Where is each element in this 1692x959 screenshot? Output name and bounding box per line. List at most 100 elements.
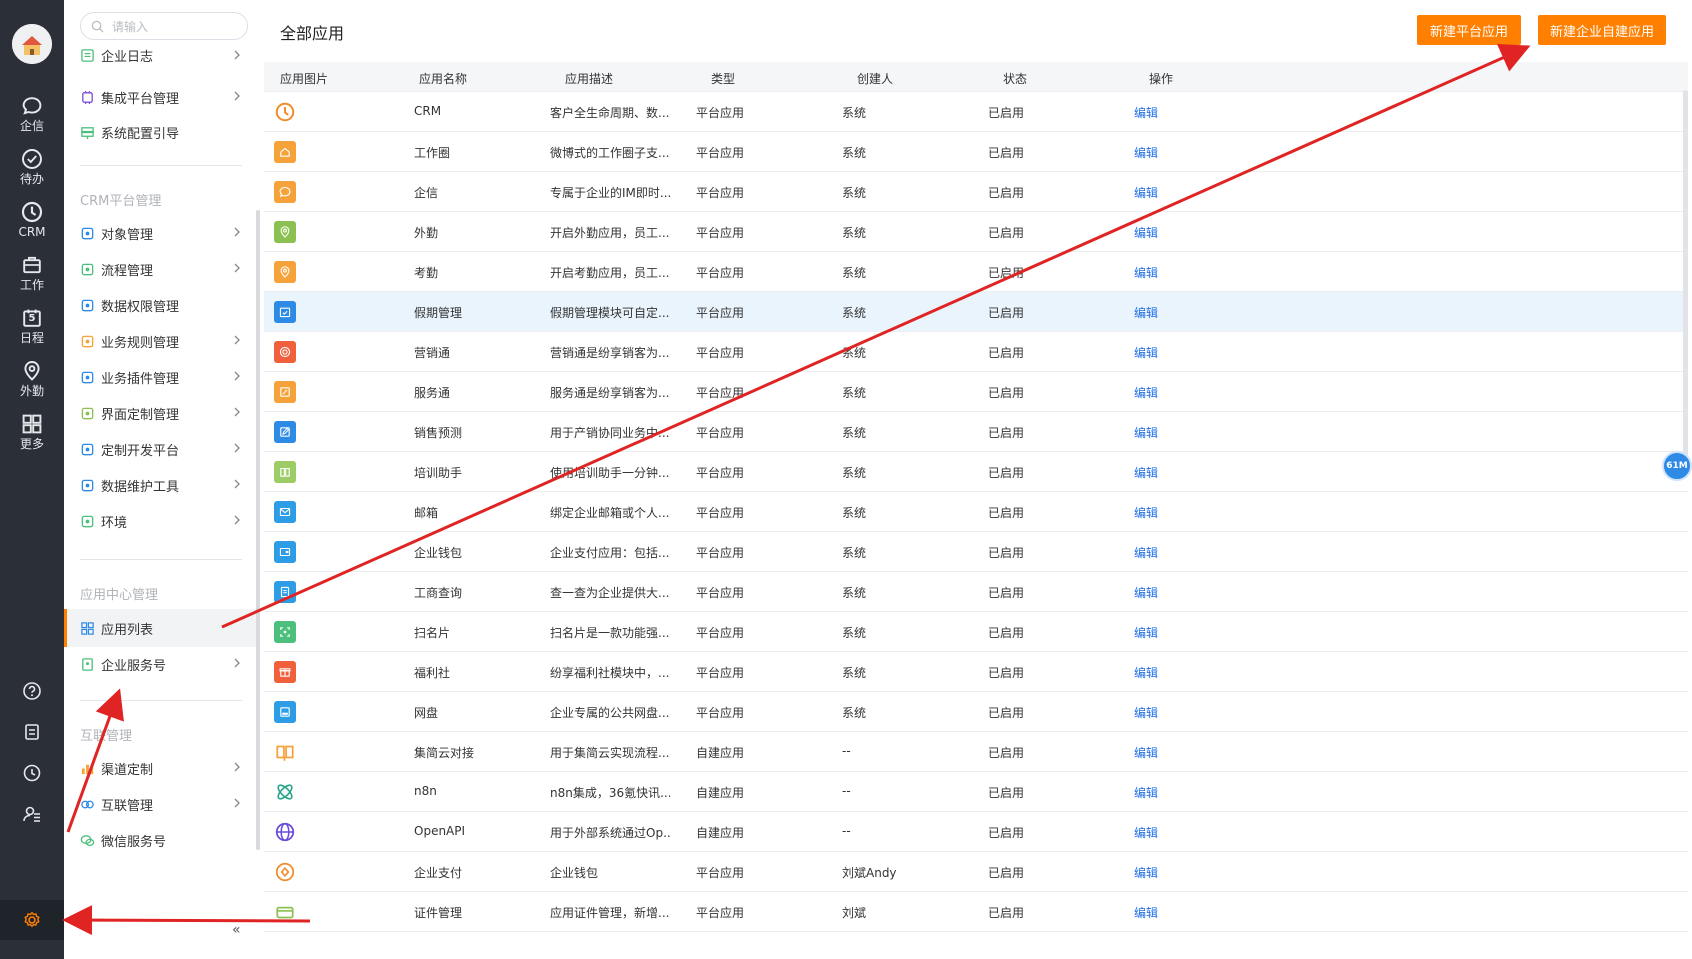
new-custom-app-button[interactable]: 新建企业自建应用 [1538,15,1666,45]
cell-desc: 查一查为企业提供大... [550,586,670,600]
table-row[interactable]: 假期管理 假期管理模块可自定... 平台应用 系统 已启用 编辑 [264,292,1688,332]
rail-item-6[interactable]: 更多 [0,408,64,460]
sidebar-item-crm-6[interactable]: 定制开发平台 [64,430,259,468]
rail-item-4[interactable]: 5 日程 [0,302,64,354]
sidebar-item-service-account[interactable]: 企业服务号 [64,645,259,683]
avatar[interactable] [12,24,52,64]
cell-name: 考勤 [414,266,439,280]
rail-item-3[interactable]: 工作 [0,249,64,301]
calendar-check-icon [274,301,296,323]
cell-type: 平台应用 [696,146,745,160]
rail-item-5[interactable]: 外勤 [0,355,64,407]
rail-item-0[interactable]: 企信 [0,90,64,142]
search-input[interactable]: 请输入 [80,12,248,40]
rail-item-2[interactable]: CRM [0,196,64,248]
globe-icon [274,821,296,843]
table-row[interactable]: 企业支付 企业钱包 平台应用 刘斌Andy 已启用 编辑 [264,852,1688,892]
sidebar-item-crm-5[interactable]: 界面定制管理 [64,394,259,432]
rail-item-label: 日程 [19,331,44,345]
edit-link[interactable]: 编辑 [1134,624,1158,641]
edit-link[interactable]: 编辑 [1134,704,1158,721]
cell-desc: 开启外勤应用，员工... [550,226,670,240]
cell-desc: 纷享福利社模块中，... [550,666,670,680]
table-scrollbar[interactable] [1683,90,1688,470]
table-row[interactable]: 网盘 企业专属的公共网盘... 平台应用 系统 已启用 编辑 [264,692,1688,732]
table-row[interactable]: 营销通 营销通是纷享销客为... 平台应用 系统 已启用 编辑 [264,332,1688,372]
edit-link[interactable]: 编辑 [1134,744,1158,761]
table-row[interactable]: 企业钱包 企业支付应用：包括... 平台应用 系统 已启用 编辑 [264,532,1688,572]
cell-type: 平台应用 [696,266,745,280]
calendar-icon: 5 [20,306,44,330]
cell-creator: 系统 [842,706,867,720]
history-icon[interactable] [0,753,64,793]
sidebar-item-integration-platform[interactable]: 集成平台管理 [64,78,259,116]
notes-icon[interactable] [0,712,64,752]
new-platform-app-button[interactable]: 新建平台应用 [1417,15,1521,45]
table-row[interactable]: 证件管理 应用证件管理，新增... 平台应用 刘斌 已启用 编辑 [264,892,1688,932]
table-row[interactable]: 邮箱 绑定企业邮箱或个人... 平台应用 系统 已启用 编辑 [264,492,1688,532]
collapse-sidebar-button[interactable]: « [232,922,241,938]
edit-link[interactable]: 编辑 [1134,184,1158,201]
contacts-icon[interactable] [0,794,64,834]
edit-link[interactable]: 编辑 [1134,664,1158,681]
edit-link[interactable]: 编辑 [1134,864,1158,881]
sidebar-item-crm-4[interactable]: 业务插件管理 [64,358,259,396]
cell-desc: 用于集简云实现流程... [550,746,670,760]
sidebar-item-config-guide[interactable]: 系统配置引导 [64,113,259,151]
sidebar-item-crm-0[interactable]: 对象管理 [64,214,259,252]
col-header-desc: 应用描述 [565,72,614,86]
table-row[interactable]: 外勤 开启外勤应用，员工... 平台应用 系统 已启用 编辑 [264,212,1688,252]
edit-link[interactable]: 编辑 [1134,304,1158,321]
sidebar-item-crm-3[interactable]: 业务规则管理 [64,322,259,360]
chevron-right-icon [234,443,240,453]
edit-link[interactable]: 编辑 [1134,504,1158,521]
table-row[interactable]: CRM 客户全生命周期、数... 平台应用 系统 已启用 编辑 [264,92,1688,132]
table-row[interactable]: 服务通 服务通是纷享销客为... 平台应用 系统 已启用 编辑 [264,372,1688,412]
cell-creator: 系统 [842,146,867,160]
sidebar-scrollbar[interactable] [256,210,260,850]
table-row[interactable]: 集简云对接 用于集简云实现流程... 自建应用 -- 已启用 编辑 [264,732,1688,772]
memory-badge[interactable]: 61M [1662,451,1692,481]
sidebar-item-crm-8[interactable]: 环境 [64,502,259,540]
edit-link[interactable]: 编辑 [1134,384,1158,401]
sidebar-item-interconnect[interactable]: 互联管理 [64,785,259,823]
table-row[interactable]: 工商查询 查一查为企业提供大... 平台应用 系统 已启用 编辑 [264,572,1688,612]
edit-link[interactable]: 编辑 [1134,344,1158,361]
table-row[interactable]: OpenAPI 用于外部系统通过Op... 自建应用 -- 已启用 编辑 [264,812,1688,852]
table-row[interactable]: 企信 专属于企业的IM即时... 平台应用 系统 已启用 编辑 [264,172,1688,212]
sidebar-item-wechat[interactable]: 微信服务号 [64,821,259,859]
rail-item-1[interactable]: 待办 [0,143,64,195]
edit-link[interactable]: 编辑 [1134,224,1158,241]
table-row[interactable]: 工作圈 微博式的工作圈子支... 平台应用 系统 已启用 编辑 [264,132,1688,172]
edit-link[interactable]: 编辑 [1134,424,1158,441]
table-row[interactable]: 销售预测 用于产销协同业务中... 平台应用 系统 已启用 编辑 [264,412,1688,452]
sidebar-item-label: 企业日志 [101,49,154,65]
edit-link[interactable]: 编辑 [1134,824,1158,841]
sidebar-item-crm-1[interactable]: 流程管理 [64,250,259,288]
edit-link[interactable]: 编辑 [1134,264,1158,281]
cell-status: 已启用 [988,466,1025,480]
help-icon[interactable] [0,671,64,711]
table-row[interactable]: 考勤 开启考勤应用，员工... 平台应用 系统 已启用 编辑 [264,252,1688,292]
cell-status: 已启用 [988,186,1025,200]
table-row[interactable]: n8n n8n集成，36氪快讯... 自建应用 -- 已启用 编辑 [264,772,1688,812]
sidebar-item-crm-2[interactable]: 数据权限管理 [64,286,259,324]
edit-link[interactable]: 编辑 [1134,104,1158,121]
sidebar-item-enterprise-log[interactable]: 企业日志 [64,40,259,70]
left-rail: 企信 待办 CRM 工作 5 日程 外勤 更多 [0,0,64,959]
sidebar-item-crm-7[interactable]: 数据维护工具 [64,466,259,504]
edit-link[interactable]: 编辑 [1134,904,1158,921]
cell-desc: 专属于企业的IM即时... [550,186,670,200]
sidebar-item-app-list[interactable]: 应用列表 [64,609,259,647]
cell-creator: 刘斌Andy [842,866,897,880]
edit-link[interactable]: 编辑 [1134,784,1158,801]
table-row[interactable]: 福利社 纷享福利社模块中，... 平台应用 系统 已启用 编辑 [264,652,1688,692]
edit-link[interactable]: 编辑 [1134,144,1158,161]
table-row[interactable]: 扫名片 扫名片是一款功能强... 平台应用 系统 已启用 编辑 [264,612,1688,652]
edit-link[interactable]: 编辑 [1134,464,1158,481]
sidebar-item-channel[interactable]: 渠道定制 [64,749,259,787]
settings-icon[interactable] [0,900,64,940]
edit-link[interactable]: 编辑 [1134,544,1158,561]
edit-link[interactable]: 编辑 [1134,584,1158,601]
table-row[interactable]: 培训助手 使用培训助手一分钟... 平台应用 系统 已启用 编辑 [264,452,1688,492]
